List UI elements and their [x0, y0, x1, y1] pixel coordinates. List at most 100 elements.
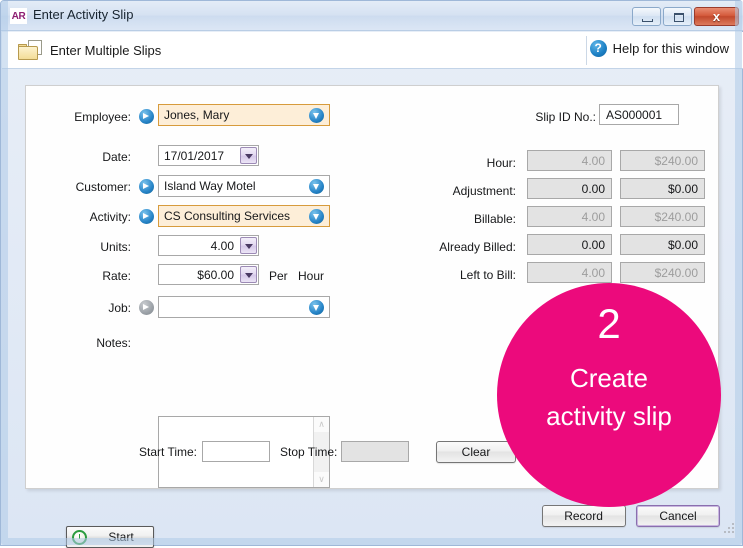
clear-button-label: Clear: [461, 445, 491, 459]
customer-select[interactable]: Island Way Motel: [158, 175, 330, 197]
slip-id-label: Slip ID No.:: [535, 110, 596, 124]
rate-field[interactable]: $60.00: [158, 264, 259, 285]
clear-button[interactable]: Clear: [436, 441, 516, 463]
start-button-label: Start: [108, 530, 134, 544]
rate-chevron-down-icon[interactable]: [240, 266, 257, 283]
activity-chevron-down-icon[interactable]: [309, 209, 324, 224]
date-chevron-down-icon[interactable]: [240, 147, 257, 164]
customer-value: Island Way Motel: [164, 179, 256, 193]
enter-multiple-slips-button[interactable]: Enter Multiple Slips: [18, 40, 161, 60]
hour-qty-field: 4.00: [527, 150, 612, 171]
date-value: 17/01/2017: [164, 149, 225, 163]
cancel-button-label: Cancel: [659, 509, 697, 523]
start-time-field[interactable]: [202, 441, 270, 462]
already-billed-amount-value: $0.00: [667, 238, 698, 252]
enter-multiple-slips-label: Enter Multiple Slips: [50, 42, 162, 58]
activity-select[interactable]: CS Consulting Services: [158, 205, 330, 227]
window-controls: x: [632, 7, 739, 26]
billable-label: Billable:: [473, 212, 516, 226]
adjustment-qty-value: 0.00: [581, 182, 605, 196]
scroll-down-icon[interactable]: ∨: [314, 472, 329, 487]
scroll-up-icon[interactable]: ∧: [314, 417, 329, 432]
minimize-button[interactable]: [632, 7, 661, 26]
minimize-icon: [642, 19, 653, 22]
billable-amount-field: $240.00: [620, 206, 705, 227]
cancel-button[interactable]: Cancel: [636, 505, 720, 527]
units-label: Units:: [100, 240, 131, 254]
clock-icon: [72, 530, 87, 545]
left-to-bill-qty-value: 4.00: [581, 266, 605, 280]
record-button[interactable]: Record: [541, 505, 626, 527]
title-bar: AR Enter Activity Slip x: [1, 1, 743, 31]
adjustment-qty-field[interactable]: 0.00: [527, 178, 612, 199]
adjustment-amount-field[interactable]: $0.00: [620, 178, 705, 199]
billable-amount-value: $240.00: [654, 210, 698, 224]
start-timer-button[interactable]: Start: [66, 526, 154, 548]
units-value: 4.00: [210, 239, 234, 253]
hour-qty-value: 4.00: [581, 154, 605, 168]
close-icon: x: [712, 9, 721, 24]
activity-value: CS Consulting Services: [164, 209, 291, 223]
window-title: Enter Activity Slip: [33, 7, 134, 22]
left-to-bill-amount-value: $240.00: [654, 266, 698, 280]
hour-amount-value: $240.00: [654, 154, 698, 168]
maximize-icon: [674, 13, 684, 22]
job-goto-icon[interactable]: [139, 300, 154, 315]
close-button[interactable]: x: [694, 7, 739, 26]
application-window: AR Enter Activity Slip x Enter Multiple …: [0, 0, 743, 548]
rate-label: Rate:: [102, 269, 131, 283]
rate-unit-label: Hour: [298, 269, 325, 283]
hour-amount-field: $240.00: [620, 150, 705, 171]
multiple-slips-icon: [18, 40, 42, 60]
customer-chevron-down-icon[interactable]: [309, 179, 324, 194]
rate-value: $60.00: [197, 268, 234, 282]
already-billed-amount-field[interactable]: $0.00: [620, 234, 705, 255]
callout-line-1: Create: [569, 363, 649, 393]
date-label: Date:: [102, 150, 131, 164]
date-field[interactable]: 17/01/2017: [158, 145, 259, 166]
slip-id-value: AS000001: [606, 108, 663, 122]
callout-number: 2: [597, 300, 621, 347]
help-label: Help for this window: [612, 41, 729, 56]
units-chevron-down-icon[interactable]: [240, 237, 257, 254]
employee-select[interactable]: Jones, Mary: [158, 104, 330, 126]
slip-id-field[interactable]: AS000001: [599, 104, 679, 125]
stop-time-label: Stop Time:: [280, 445, 338, 459]
employee-goto-icon[interactable]: [139, 109, 154, 124]
job-select[interactable]: [158, 296, 330, 318]
notes-label: Notes:: [96, 336, 131, 350]
footer-actions: Record Cancel: [541, 505, 720, 527]
adjustment-amount-value: $0.00: [667, 182, 698, 196]
customer-label: Customer:: [75, 180, 131, 194]
callout-badge: 2 Create activity slip: [497, 283, 721, 507]
rate-per-label: Per: [269, 269, 288, 283]
employee-label: Employee:: [74, 110, 131, 124]
customer-goto-icon[interactable]: [139, 179, 154, 194]
start-time-label: Start Time:: [139, 445, 198, 459]
adjustment-label: Adjustment:: [452, 184, 516, 198]
help-icon: ?: [589, 40, 607, 57]
activity-goto-icon[interactable]: [139, 209, 154, 224]
job-chevron-down-icon[interactable]: [309, 300, 324, 315]
left-to-bill-amount-field: $240.00: [620, 262, 705, 283]
already-billed-label: Already Billed:: [439, 240, 516, 254]
resize-grip[interactable]: [723, 522, 734, 533]
billable-qty-field: 4.00: [527, 206, 612, 227]
record-button-label: Record: [564, 509, 603, 523]
activity-label: Activity:: [89, 210, 131, 224]
help-link[interactable]: ? Help for this window: [589, 40, 729, 57]
already-billed-qty-field[interactable]: 0.00: [527, 234, 612, 255]
toolbar: Enter Multiple Slips ? Help for this win…: [2, 32, 743, 69]
job-label: Job:: [108, 301, 131, 315]
toolbar-divider: [586, 36, 587, 65]
left-to-bill-qty-field: 4.00: [527, 262, 612, 283]
already-billed-qty-value: 0.00: [581, 238, 605, 252]
billable-qty-value: 4.00: [581, 210, 605, 224]
callout-line-2: activity slip: [546, 401, 672, 431]
maximize-button[interactable]: [663, 7, 692, 26]
app-icon: AR: [10, 8, 27, 24]
left-to-bill-label: Left to Bill:: [459, 268, 516, 282]
employee-value: Jones, Mary: [164, 108, 230, 122]
employee-chevron-down-icon[interactable]: [309, 108, 324, 123]
units-field[interactable]: 4.00: [158, 235, 259, 256]
